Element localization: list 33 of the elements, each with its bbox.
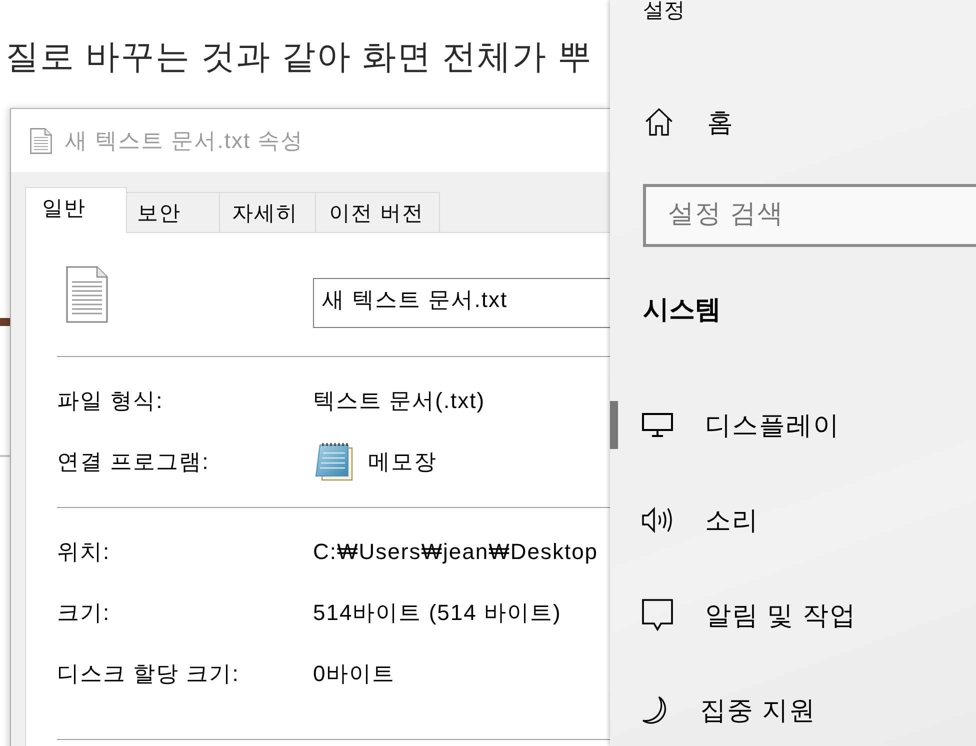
- home-nav-item[interactable]: 홈: [610, 98, 734, 146]
- tab[interactable]: 보안: [127, 192, 220, 232]
- file-name-field[interactable]: 새 텍스트 문서.txt: [313, 278, 611, 328]
- moon-icon: [642, 696, 668, 724]
- property-value: 메모장: [368, 448, 437, 476]
- property-label: 디스크 할당 크기:: [57, 660, 240, 688]
- notepad-icon: [315, 442, 353, 481]
- nav-item[interactable]: 집중 지원: [610, 686, 816, 734]
- property-value: C:₩Users₩jean₩Desktop: [313, 538, 600, 564]
- property-value: 514바이트 (514 바이트): [313, 598, 562, 626]
- speech-bubble-icon: [642, 599, 673, 631]
- property-value: 텍스트 문서(.txt): [313, 386, 486, 414]
- window-title: 새 텍스트 문서.txt 속성: [65, 126, 304, 154]
- property-label: 위치:: [57, 538, 112, 566]
- search-field[interactable]: 설정 검색: [643, 184, 976, 247]
- monitor-icon: [642, 413, 673, 437]
- nav-item[interactable]: 소리: [610, 496, 759, 544]
- speaker-icon: [642, 507, 673, 533]
- nav-item[interactable]: 디스플레이: [610, 401, 840, 449]
- property-label: 파일 형식:: [57, 386, 164, 414]
- settings-title: 설정: [642, 0, 685, 22]
- property-label: 크기:: [57, 598, 112, 626]
- document-icon: [30, 128, 52, 154]
- property-value: 0바이트: [313, 660, 396, 688]
- text-file-icon: [66, 266, 108, 323]
- property-label: 연결 프로그램:: [57, 448, 210, 476]
- section-heading: 시스템: [643, 294, 721, 324]
- tab[interactable]: 자세히: [220, 192, 316, 232]
- tab[interactable]: 일반: [25, 187, 127, 233]
- home-icon: [645, 108, 673, 136]
- article-text: 질로 바꾸는 것과 같아 화면 전체가 뿌: [5, 37, 594, 78]
- tab[interactable]: 이전 버전: [316, 192, 440, 232]
- nav-item[interactable]: 알림 및 작업: [610, 591, 856, 639]
